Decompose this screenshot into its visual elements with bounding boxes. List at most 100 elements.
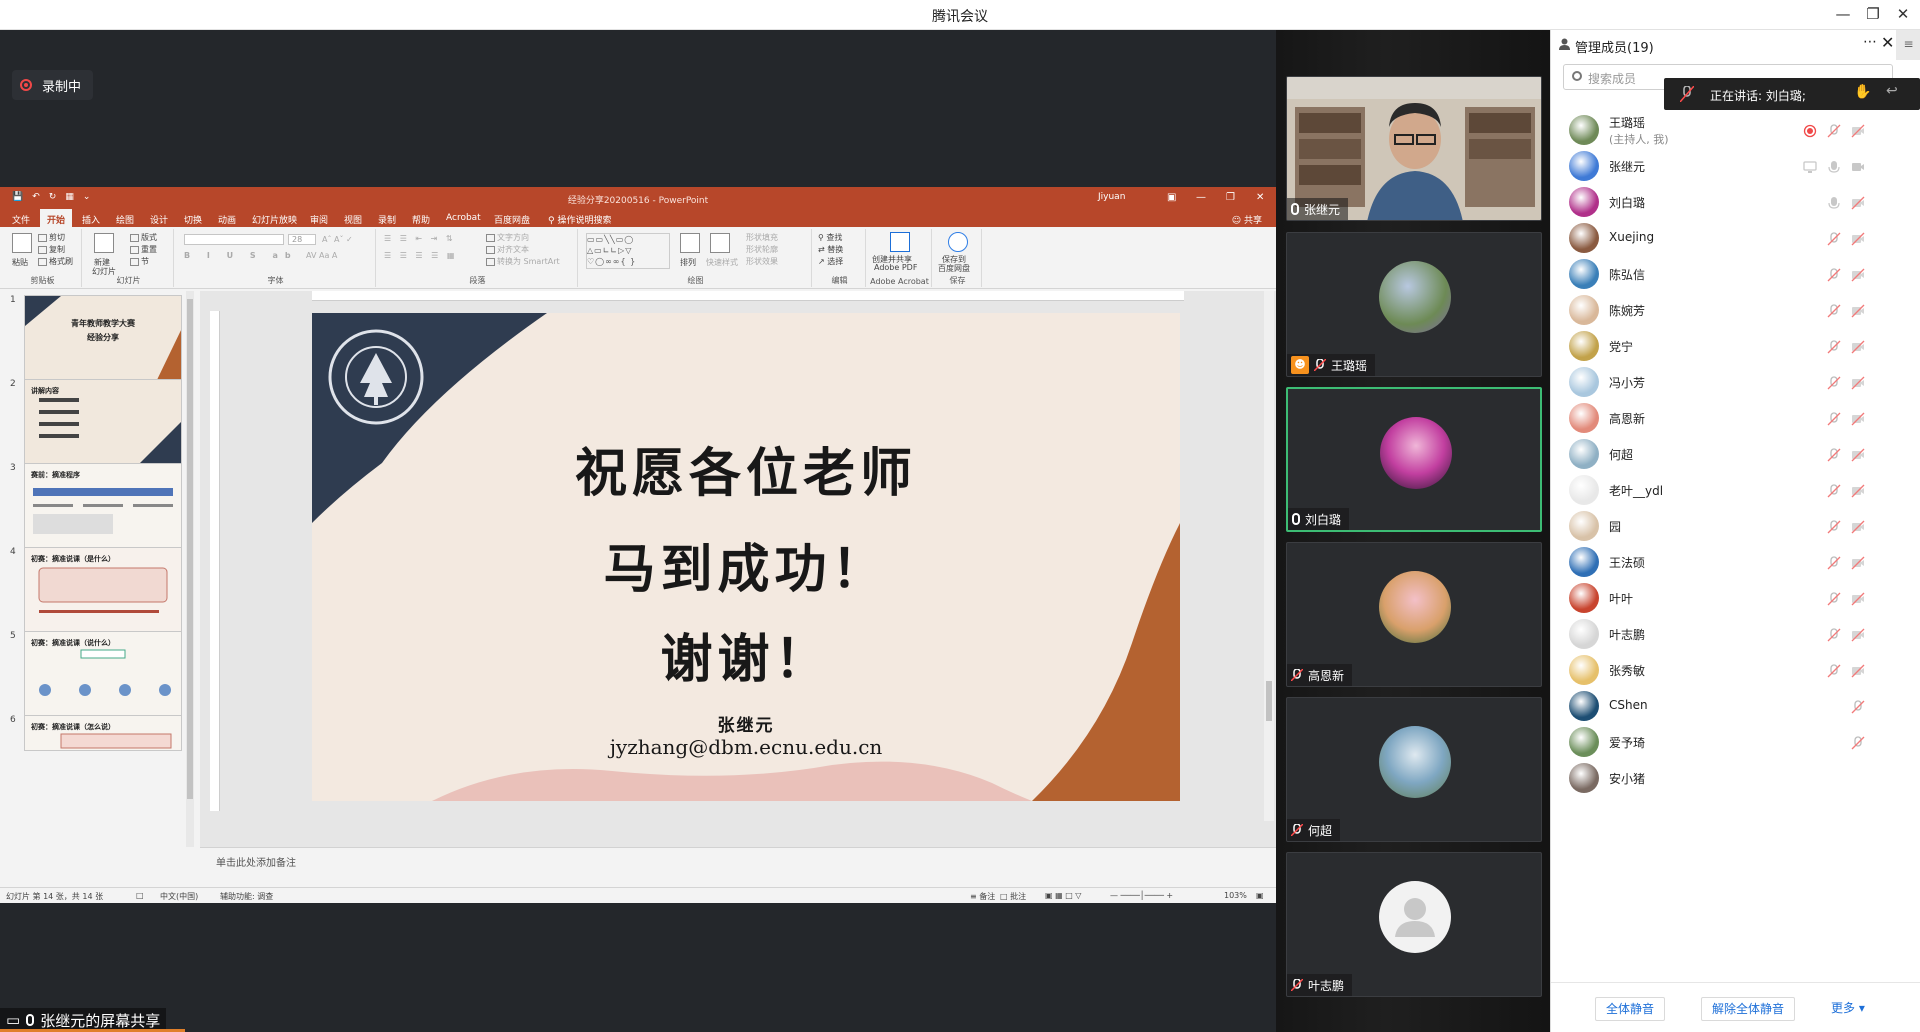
editor-scrollbar[interactable] xyxy=(1264,291,1274,821)
mic-muted-icon[interactable] xyxy=(1827,267,1841,282)
video-tile[interactable]: 张继元 xyxy=(1286,76,1542,221)
member-row[interactable]: 陈弘信 xyxy=(1551,256,1920,292)
paste-icon[interactable] xyxy=(12,233,32,253)
tab-review[interactable]: 审阅 xyxy=(310,213,328,226)
camera-off-icon[interactable] xyxy=(1851,447,1865,462)
member-row[interactable]: 张继元 xyxy=(1551,148,1920,184)
thumbnail-scrollbar[interactable] xyxy=(186,291,194,847)
camera-off-icon[interactable] xyxy=(1851,591,1865,606)
shape-fill-button[interactable]: 形状填充 xyxy=(746,232,778,243)
member-row[interactable]: 刘白璐 xyxy=(1551,184,1920,220)
comments-toggle[interactable]: □ 批注 xyxy=(1000,891,1026,902)
camera-off-icon[interactable] xyxy=(1851,339,1865,354)
mic-muted-icon[interactable] xyxy=(1851,735,1865,750)
return-icon[interactable]: ↩ xyxy=(1886,83,1898,99)
language-status[interactable]: 中文(中国) xyxy=(160,891,198,902)
font-style-icons[interactable]: B I U S ab xyxy=(184,251,298,260)
camera-off-icon[interactable] xyxy=(1851,231,1865,246)
editor-scroll-knob[interactable] xyxy=(1266,681,1272,721)
tab-file[interactable]: 文件 xyxy=(12,213,30,226)
mic-muted-icon[interactable] xyxy=(1827,663,1841,678)
accessibility-status[interactable]: 辅助功能: 调查 xyxy=(220,891,273,902)
cut-button[interactable]: 剪切 xyxy=(38,232,65,243)
slide-thumbnail[interactable]: 初赛：摘准说课（怎么说） xyxy=(24,715,182,751)
video-tile[interactable]: 何超 xyxy=(1286,697,1542,842)
tab-record[interactable]: 录制 xyxy=(378,213,396,226)
slide-thumbnail[interactable]: 赛前：摘准程序 xyxy=(24,463,182,551)
baidu-cloud-icon[interactable] xyxy=(948,232,968,252)
slide-thumbnail[interactable]: 初赛：摘准说课（是什么） xyxy=(24,547,182,635)
arrange-icon[interactable] xyxy=(680,233,700,253)
shape-outline-button[interactable]: 形状轮廓 xyxy=(746,244,778,255)
find-button[interactable]: ⚲ 查找 xyxy=(818,232,842,243)
ppt-restore-icon[interactable]: ❐ xyxy=(1226,192,1235,203)
minimize-icon[interactable]: — xyxy=(1830,3,1856,25)
spellcheck-icon[interactable]: □ xyxy=(136,891,144,900)
align-icons[interactable]: ☰ ☰ ☰ ☰ ▦ xyxy=(384,251,457,260)
tab-home[interactable]: 开始 xyxy=(40,209,73,227)
copy-button[interactable]: 复制 xyxy=(38,244,65,255)
camera-off-icon[interactable] xyxy=(1851,627,1865,642)
font-color-icons[interactable]: AV Aa A xyxy=(306,251,337,260)
tab-baidu[interactable]: 百度网盘 xyxy=(494,213,530,226)
panel-menu-icon[interactable]: ≡ xyxy=(1896,30,1920,60)
camera-icon[interactable] xyxy=(1851,159,1865,173)
camera-off-icon[interactable] xyxy=(1851,411,1865,426)
restore-icon[interactable]: ❐ xyxy=(1860,3,1886,25)
notes-toggle[interactable]: ≡ 备注 xyxy=(970,891,995,902)
member-row[interactable]: Xuejing xyxy=(1551,220,1920,256)
tab-transitions[interactable]: 切换 xyxy=(184,213,202,226)
camera-off-icon[interactable] xyxy=(1851,195,1865,210)
camera-off-icon[interactable] xyxy=(1851,519,1865,534)
close-panel-icon[interactable]: ✕ xyxy=(1881,33,1894,52)
camera-off-icon[interactable] xyxy=(1851,663,1865,678)
replace-button[interactable]: ⇄ 替换 xyxy=(818,244,843,255)
slide-thumbnail[interactable]: 青年教师教学大赛 经验分享 xyxy=(24,295,182,383)
member-row[interactable]: 叶叶 xyxy=(1551,580,1920,616)
tab-animations[interactable]: 动画 xyxy=(218,213,236,226)
close-window-icon[interactable]: ✕ xyxy=(1890,3,1916,25)
video-tile[interactable]: ☻ 王璐瑶 xyxy=(1286,232,1542,377)
mic-muted-icon[interactable] xyxy=(1827,519,1841,534)
mic-muted-icon[interactable] xyxy=(1827,483,1841,498)
video-tile[interactable]: 刘白璐 xyxy=(1286,387,1542,532)
tab-view[interactable]: 视图 xyxy=(344,213,362,226)
mic-muted-icon[interactable] xyxy=(1827,411,1841,426)
format-painter-button[interactable]: 格式刷 xyxy=(38,256,73,267)
mic-muted-icon[interactable] xyxy=(1827,123,1841,138)
member-row[interactable]: 园 xyxy=(1551,508,1920,544)
create-pdf-icon[interactable] xyxy=(890,232,910,252)
member-row[interactable]: 冯小芳 xyxy=(1551,364,1920,400)
zoom-level[interactable]: 103% xyxy=(1224,891,1247,900)
mic-icon[interactable] xyxy=(1827,159,1841,173)
shapes-gallery[interactable]: ▭▭╲╲▭◯ △▭∟∟▷▽ ♡◯∞∞{ } xyxy=(586,233,670,269)
current-slide[interactable]: 祝愿各位老师 马到成功！ 谢谢！ 张继元 jyzhang@dbm.ecnu.ed… xyxy=(312,313,1180,801)
new-slide-icon[interactable] xyxy=(94,233,114,253)
unmute-all-button[interactable]: 解除全体静音 xyxy=(1701,997,1796,1021)
mic-icon[interactable] xyxy=(1827,195,1841,209)
ribbon-display-icon[interactable]: ▣ xyxy=(1167,192,1176,203)
tab-design[interactable]: 设计 xyxy=(150,213,168,226)
member-row[interactable]: 陈婉芳 xyxy=(1551,292,1920,328)
member-row[interactable]: 王璐瑶 (主持人, 我) xyxy=(1551,112,1920,148)
mute-all-button[interactable]: 全体静音 xyxy=(1595,997,1666,1021)
mic-muted-icon[interactable] xyxy=(1827,447,1841,462)
camera-off-icon[interactable] xyxy=(1851,375,1865,390)
mic-muted-icon[interactable] xyxy=(1827,627,1841,642)
mic-muted-icon[interactable] xyxy=(1827,339,1841,354)
camera-off-icon[interactable] xyxy=(1851,123,1865,138)
select-button[interactable]: ↗ 选择 xyxy=(818,256,843,267)
recording-indicator[interactable]: 录制中 xyxy=(12,70,94,100)
text-direction-button[interactable]: 文字方向 xyxy=(486,232,529,243)
member-row[interactable]: 老叶__ydl xyxy=(1551,472,1920,508)
mic-muted-icon[interactable] xyxy=(1827,591,1841,606)
view-buttons[interactable]: ▣ ▦ □ ▽ xyxy=(1045,891,1081,900)
tab-acrobat[interactable]: Acrobat xyxy=(446,213,481,223)
member-row[interactable]: 党宁 xyxy=(1551,328,1920,364)
tab-slideshow[interactable]: 幻灯片放映 xyxy=(252,213,297,226)
camera-off-icon[interactable] xyxy=(1851,555,1865,570)
font-size-combo[interactable]: 28 xyxy=(288,234,316,245)
list-icons[interactable]: ☰ ☰ ⇤ ⇥ ⇅ xyxy=(384,234,456,243)
slide-thumbnail[interactable]: 初赛：摘准说课（说什么） xyxy=(24,631,182,719)
member-row[interactable]: 何超 xyxy=(1551,436,1920,472)
